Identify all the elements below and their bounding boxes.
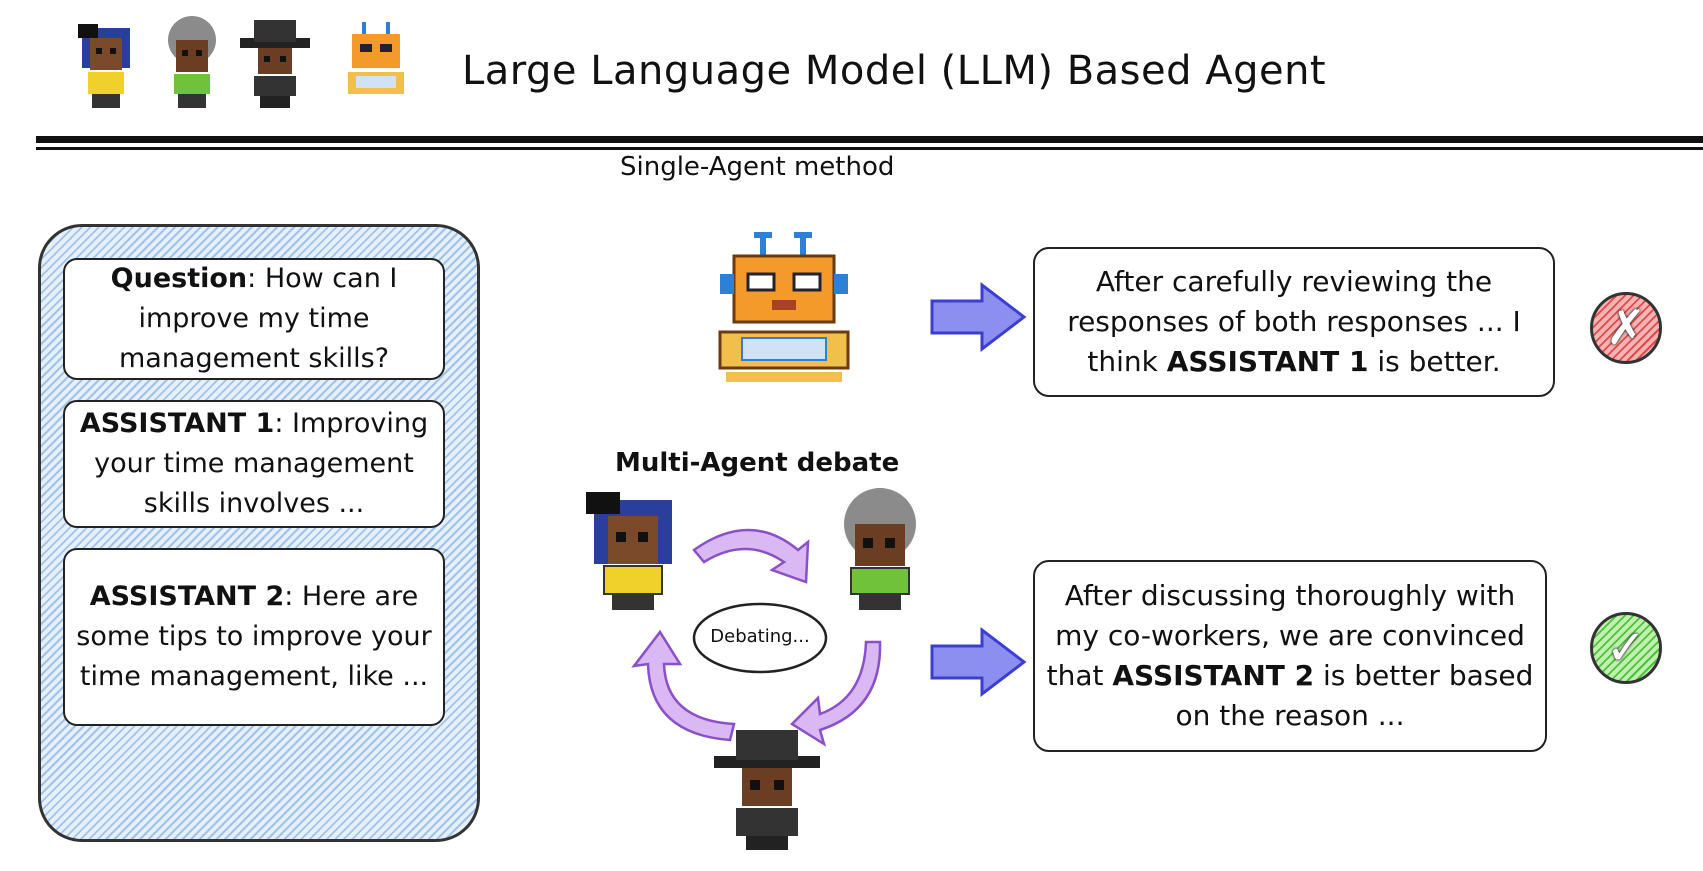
assistant2-label: ASSISTANT 2 bbox=[89, 581, 285, 612]
header-divider-thin bbox=[36, 147, 1703, 150]
page-title: Large Language Model (LLM) Based Agent bbox=[462, 48, 1327, 94]
multi-agent-label: Multi-Agent debate bbox=[615, 448, 900, 478]
question-card: Question: How can I improve my time mana… bbox=[63, 258, 445, 380]
single-robot-icon bbox=[718, 232, 850, 382]
robot-icon bbox=[348, 22, 404, 94]
question-label: Question bbox=[110, 263, 248, 294]
wrong-mark: ✗ bbox=[1605, 300, 1647, 356]
debate-grandma-icon bbox=[844, 488, 916, 610]
hat-agent-icon bbox=[240, 20, 310, 108]
arrow-to-multi-response bbox=[930, 626, 1027, 698]
debate-arrow-top bbox=[692, 528, 810, 584]
single-response-bold: ASSISTANT 1 bbox=[1166, 345, 1369, 378]
assistant1-label: ASSISTANT 1 bbox=[79, 408, 275, 439]
multi-agent-response: After discussing thoroughly with my co-w… bbox=[1033, 560, 1547, 752]
grandma-agent-icon bbox=[168, 16, 216, 108]
single-response-post: is better. bbox=[1377, 345, 1501, 378]
header-avatars bbox=[78, 16, 404, 108]
correct-badge-icon: ✓ bbox=[1590, 612, 1662, 684]
assistant2-card: ASSISTANT 2: Here are some tips to impro… bbox=[63, 548, 445, 726]
debate-girl-icon bbox=[586, 492, 672, 610]
girl-agent-icon bbox=[78, 24, 130, 108]
single-agent-response: After carefully reviewing the responses … bbox=[1033, 247, 1555, 397]
assistant1-card: ASSISTANT 1: Improving your time managem… bbox=[63, 400, 445, 528]
check-mark: ✓ bbox=[1605, 620, 1647, 676]
multi-response-bold: ASSISTANT 2 bbox=[1112, 659, 1315, 692]
debating-text: Debating... bbox=[710, 626, 810, 647]
arrow-to-single-response bbox=[930, 281, 1027, 353]
single-agent-label: Single-Agent method bbox=[620, 152, 895, 182]
header-divider bbox=[36, 136, 1703, 143]
wrong-badge-icon: ✗ bbox=[1590, 292, 1662, 364]
